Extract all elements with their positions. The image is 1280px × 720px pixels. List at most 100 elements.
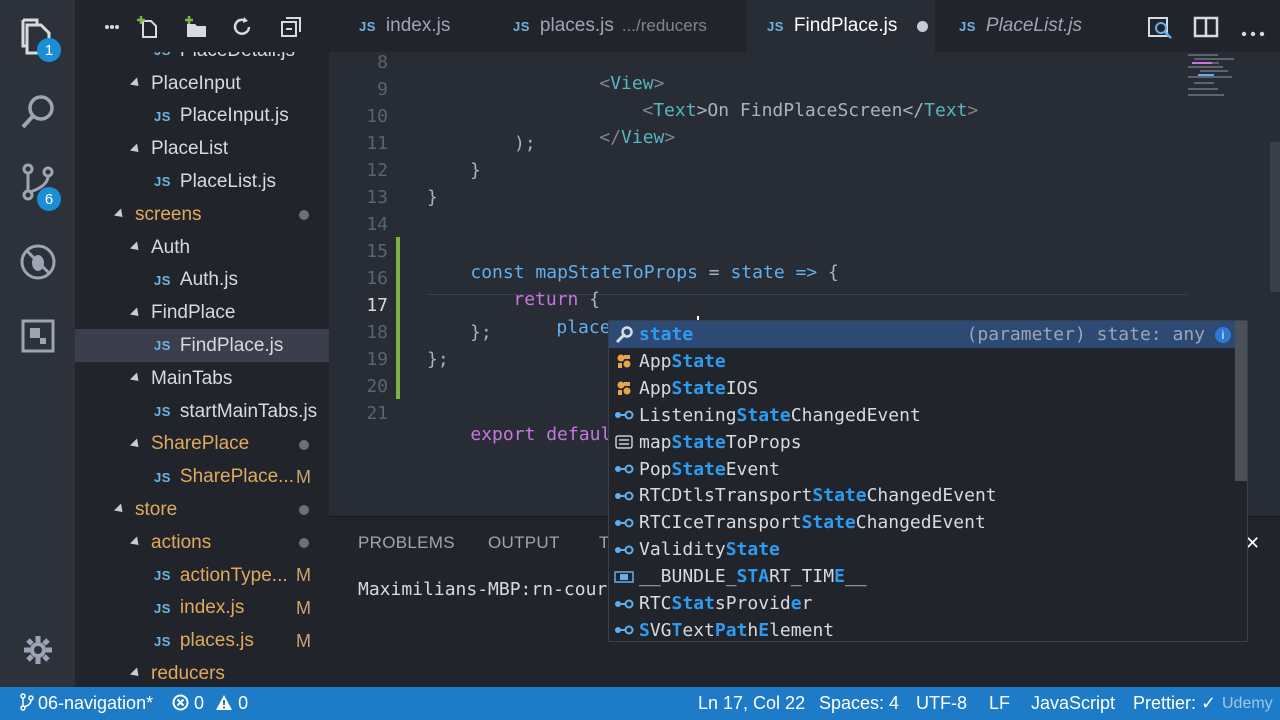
suggestion-text: ChangedEvent: [855, 512, 986, 534]
match-highlight: State: [736, 404, 791, 426]
suggestion-item[interactable]: App State IOS: [609, 375, 1235, 402]
tree-folder[interactable]: store: [75, 493, 329, 526]
more-actions-icon[interactable]: [1241, 24, 1267, 37]
explorer-toolbar: [75, 0, 329, 52]
tree-file[interactable]: JS places.js M: [75, 625, 329, 658]
tree-folder[interactable]: MainTabs: [75, 362, 329, 395]
tree-item-label: reducers: [151, 662, 225, 684]
tab-index-js[interactable]: JS index.js: [329, 0, 489, 52]
editor-scrollbar-thumb[interactable]: [1270, 142, 1280, 292]
tree-folder[interactable]: Auth: [75, 231, 329, 264]
suggestion-item[interactable]: Validity State: [609, 536, 1235, 563]
tab-output[interactable]: OUTPUT: [488, 533, 560, 553]
settings-gear-icon[interactable]: [18, 630, 58, 670]
collapse-all-icon[interactable]: [278, 14, 304, 40]
suggestion-item[interactable]: RTCDtlsTransport State ChangedEvent: [609, 482, 1235, 509]
modified-dot-icon[interactable]: [917, 20, 929, 32]
chevron-down-icon: [129, 536, 143, 549]
match-highlight: T: [671, 619, 683, 641]
match-highlight: State: [671, 350, 726, 372]
cursor-position[interactable]: Ln 17, Col 22: [698, 693, 805, 714]
tree-folder[interactable]: PlaceList: [75, 133, 329, 166]
new-file-icon[interactable]: [136, 14, 162, 40]
suggestion-item[interactable]: state (parameter) state: any i: [609, 321, 1235, 348]
suggestion-text: App: [639, 377, 672, 399]
tree-file[interactable]: JS PlaceInput.js: [75, 100, 329, 133]
warning-icon: [215, 694, 233, 716]
refresh-icon[interactable]: [229, 14, 255, 40]
tree-file[interactable]: JS startMainTabs.js: [75, 395, 329, 428]
branch-indicator[interactable]: 06-navigation*: [20, 693, 153, 716]
extensions-icon[interactable]: [18, 316, 58, 356]
search-icon[interactable]: [18, 92, 58, 132]
modified-dot-icon: [299, 439, 309, 450]
tree-folder[interactable]: screens: [75, 198, 329, 231]
match-highlight: Stat: [671, 593, 715, 614]
js-file-icon: JS: [154, 272, 171, 288]
suggestion-item[interactable]: RTCIceTransport State ChangedEvent: [609, 509, 1235, 536]
autocomplete-suggestions[interactable]: state (parameter) state: any i App State App S…: [608, 320, 1248, 642]
code-line-12: }: [470, 160, 481, 181]
suggestion-item[interactable]: S VG Text Pat h Element: [609, 617, 1235, 641]
suggestion-item[interactable]: __BUNDLE_ STA RT_TIM E __: [609, 563, 1235, 590]
suggestion-item[interactable]: RTC Stat sProvid e r: [609, 590, 1235, 617]
terminal-prompt[interactable]: Maximilians-MBP:rn-cours: [358, 579, 618, 600]
tab-problems[interactable]: PROBLEMS: [358, 533, 455, 553]
chevron-down-icon: [129, 372, 143, 385]
language-mode[interactable]: JavaScript: [1031, 693, 1115, 714]
match-highlight: e: [790, 593, 802, 614]
git-modified-gutter: [396, 237, 400, 399]
tree-item-label: PlaceList.js: [179, 170, 277, 192]
line-number: 16: [366, 268, 388, 289]
js-file-icon: JS: [154, 568, 171, 583]
suggestion-text: App: [639, 350, 672, 372]
prettier-status[interactable]: Prettier: ✓: [1133, 693, 1216, 714]
code-line-13: }: [427, 187, 438, 208]
indentation[interactable]: Spaces: 4: [819, 693, 899, 714]
suggestion-item[interactable]: Pop State Event: [609, 456, 1235, 483]
tree-file[interactable]: JS SharePlace... M: [75, 461, 329, 494]
chevron-down-icon: [129, 241, 143, 254]
code-line-19: };: [427, 349, 449, 370]
tree-file[interactable]: JS PlaceList.js: [75, 165, 329, 198]
end-of-line[interactable]: LF: [989, 693, 1010, 714]
tab-places-js[interactable]: JS places.js .../reducers: [489, 0, 747, 52]
chevron-down-icon: [129, 667, 143, 680]
js-file-icon: JS: [154, 404, 171, 419]
problems-indicator[interactable]: 0 0: [172, 693, 248, 716]
encoding[interactable]: UTF-8: [916, 693, 967, 714]
tree-file[interactable]: JS Auth.js: [75, 264, 329, 297]
line-number: 9: [377, 79, 388, 100]
line-number: 13: [366, 187, 388, 208]
tree-folder[interactable]: PlaceInput: [75, 67, 329, 100]
editor-scrollbar[interactable]: [1270, 52, 1280, 516]
info-icon[interactable]: i: [1215, 327, 1231, 343]
debug-icon[interactable]: [18, 242, 58, 282]
line-number: 11: [366, 133, 388, 154]
tree-file[interactable]: JS actionType... M: [75, 559, 329, 592]
tree-folder[interactable]: actions: [75, 526, 329, 559]
more-icon[interactable]: [99, 14, 125, 40]
new-folder-icon[interactable]: [183, 14, 209, 40]
tree-folder[interactable]: SharePlace: [75, 428, 329, 461]
suggestion-item[interactable]: Listening State ChangedEvent: [609, 402, 1235, 429]
suggestion-item[interactable]: map State ToProps: [609, 429, 1235, 456]
status-bar: 06-navigation* 0 0 Ln 17, Col 22 Spaces:…: [0, 687, 1280, 720]
tab-findplace-js[interactable]: JS FindPlace.js: [747, 0, 935, 52]
chevron-down-icon: [129, 307, 143, 320]
minimap[interactable]: [1186, 52, 1266, 122]
suggestion-text: Listening: [639, 404, 737, 426]
suggestion-scrollbar[interactable]: [1235, 321, 1247, 481]
tab-placelist-js[interactable]: JS PlaceList.js: [935, 0, 1105, 52]
suggestion-text: ToProps: [725, 431, 802, 453]
suggestion-item[interactable]: App State: [609, 348, 1235, 375]
tree-folder[interactable]: FindPlace: [75, 297, 329, 330]
tree-item-label: SharePlace: [151, 433, 250, 455]
tree-file[interactable]: JS index.js M: [75, 592, 329, 625]
tree-item-label: Auth.js: [179, 269, 238, 291]
interface-icon: [613, 594, 635, 614]
tree-file[interactable]: JS FindPlace.js: [75, 329, 329, 363]
tree-folder[interactable]: reducers: [75, 657, 329, 687]
open-preview-icon[interactable]: [1147, 14, 1173, 40]
split-editor-icon[interactable]: [1193, 14, 1219, 40]
